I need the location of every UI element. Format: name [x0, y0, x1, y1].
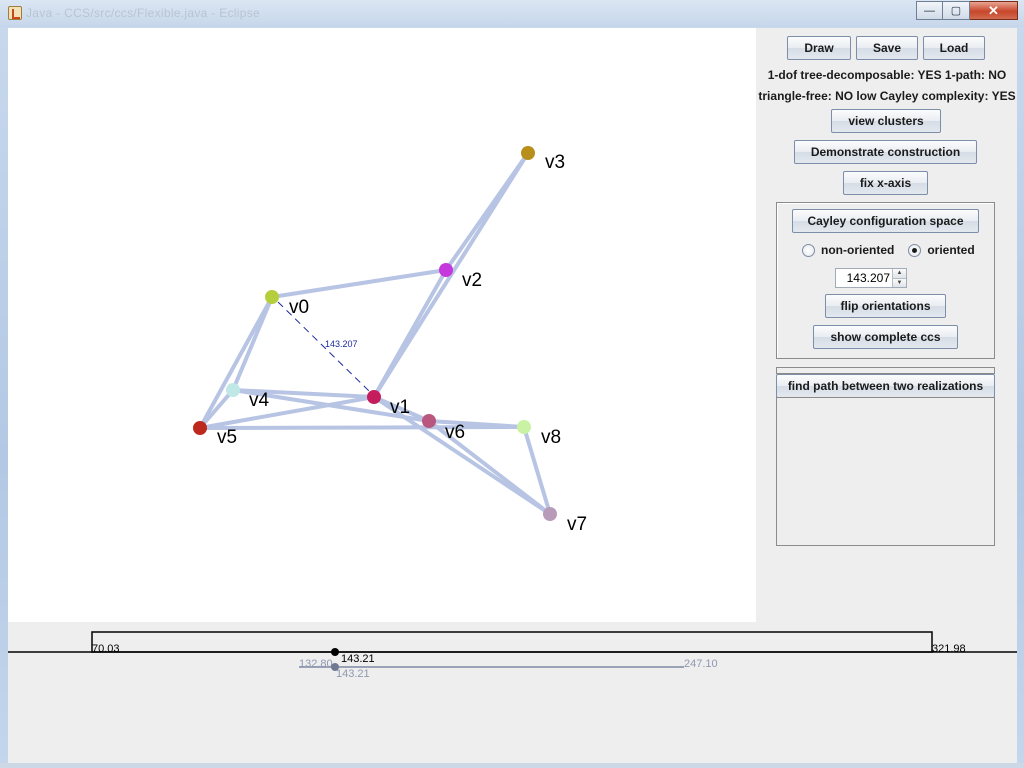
close-icon: ✕ [988, 2, 999, 18]
vertex-v5[interactable] [193, 421, 207, 435]
distance-spinner[interactable]: ▲ ▼ [835, 268, 907, 288]
load-button[interactable]: Load [923, 36, 985, 60]
spinner-down-arrow-icon[interactable]: ▼ [893, 277, 906, 287]
title-bar: Java - CCS/src/ccs/Flexible.java - Eclip… [0, 0, 1024, 27]
graph-canvas[interactable]: 143.207 v0 v1 v2 v3 v4 v5 v6 v7 v8 [8, 28, 756, 622]
interval-min-label: 70.03 [92, 643, 120, 655]
vertex-label-v5: v5 [217, 427, 237, 448]
vertex-v4[interactable] [226, 383, 240, 397]
interval-panel: 70.03 321.98 143.21 132.80 247.10 143.21 [8, 622, 1017, 763]
complexity-info: triangle-free: NO low Cayley complexity:… [758, 89, 1016, 103]
interval-range-box [91, 631, 933, 653]
vertex-label-v1: v1 [390, 397, 410, 418]
decomposable-info: 1-dof tree-decomposable: YES 1-path: NO [767, 68, 1007, 82]
vertex-label-v6: v6 [445, 422, 465, 443]
vertex-label-v7: v7 [567, 514, 587, 535]
orientation-radio-group: non-oriented oriented [802, 243, 975, 257]
vertex-label-v0: v0 [289, 297, 309, 318]
current-value-label: 143.21 [341, 653, 375, 665]
oriented-radio[interactable] [908, 243, 922, 257]
distance-input[interactable] [836, 269, 892, 287]
maximize-button[interactable]: ▢ [943, 1, 970, 20]
flip-orientations-button[interactable]: flip orientations [825, 294, 946, 318]
find-path-button[interactable]: find path between two realizations [776, 374, 995, 398]
realization-list-box[interactable] [776, 397, 995, 546]
vertex-label-v8: v8 [541, 427, 561, 448]
sub-current-value-label: 143.21 [336, 668, 370, 680]
graph-svg[interactable]: 143.207 v0 v1 v2 v3 v4 v5 v6 v7 v8 [8, 28, 756, 622]
vertex-v0[interactable] [265, 290, 279, 304]
sub-interval-min-label: 132.80 [299, 658, 333, 670]
interval-svg[interactable]: 70.03 321.98 143.21 132.80 247.10 143.21 [8, 622, 1017, 763]
draw-button[interactable]: Draw [787, 36, 851, 60]
edge-v5-v8 [198, 425, 526, 430]
app-frame: 143.207 v0 v1 v2 v3 v4 v5 v6 v7 v8 Draw … [8, 28, 1017, 763]
vertex-label-v2: v2 [462, 270, 482, 291]
non-oriented-label[interactable]: non-oriented [821, 243, 894, 257]
demonstrate-construction-button[interactable]: Demonstrate construction [794, 140, 977, 164]
spinner-buttons: ▲ ▼ [892, 269, 906, 287]
vertex-v1[interactable] [367, 390, 381, 404]
cayley-configuration-space-button[interactable]: Cayley configuration space [792, 209, 979, 233]
edge-v5-v1 [198, 395, 376, 430]
vertex-v2[interactable] [439, 263, 453, 277]
java-app-icon [8, 6, 22, 20]
vertex-label-v4: v4 [249, 390, 270, 411]
vertex-v6[interactable] [422, 414, 436, 428]
maximize-icon: ▢ [950, 5, 962, 17]
window-title: Java - CCS/src/ccs/Flexible.java - Eclip… [26, 6, 260, 20]
non-oriented-radio[interactable] [802, 243, 815, 257]
vertex-v3[interactable] [521, 146, 535, 160]
save-button[interactable]: Save [856, 36, 918, 60]
minimize-icon: — [924, 4, 935, 17]
dashed-edge-label: 143.207 [325, 339, 358, 349]
window-controls: — ▢ ✕ [916, 1, 1018, 20]
spinner-up-arrow-icon[interactable]: ▲ [893, 269, 906, 278]
graph-edges [198, 151, 552, 516]
empty-panel-strip [776, 367, 995, 374]
vertex-v8[interactable] [517, 420, 531, 434]
close-button[interactable]: ✕ [970, 1, 1018, 20]
vertex-label-v3: v3 [545, 152, 565, 173]
oriented-label[interactable]: oriented [927, 243, 974, 257]
control-panel: Draw Save Load 1-dof tree-decomposable: … [757, 28, 1017, 622]
fix-x-axis-button[interactable]: fix x-axis [843, 171, 928, 195]
sub-interval-max-label: 247.10 [684, 658, 718, 670]
edge-v1-v3 [372, 151, 530, 399]
show-complete-ccs-button[interactable]: show complete ccs [813, 325, 958, 349]
interval-max-label: 321.98 [932, 643, 966, 655]
edge-v0-v2 [270, 268, 448, 299]
view-clusters-button[interactable]: view clusters [831, 109, 941, 133]
vertex-v7[interactable] [543, 507, 557, 521]
window-bottom-border [0, 763, 1024, 768]
minimize-button[interactable]: — [916, 1, 943, 20]
current-value-marker[interactable] [331, 648, 339, 656]
